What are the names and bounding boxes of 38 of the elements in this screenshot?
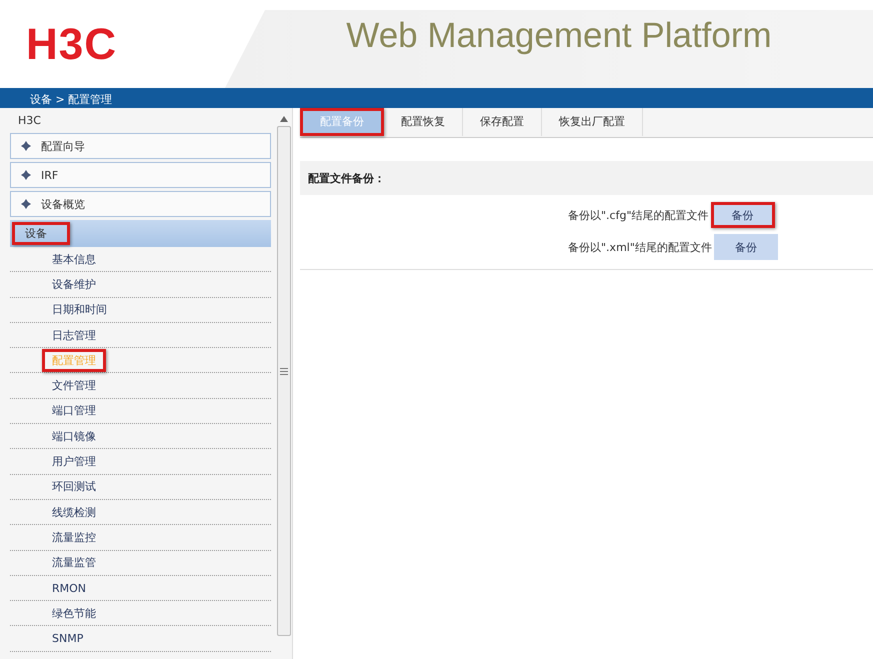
diamond-icon [21, 170, 31, 180]
diamond-icon [21, 141, 31, 151]
section-title: 配置文件备份： [308, 170, 385, 186]
nav-item[interactable]: 端口管理 [42, 399, 106, 422]
diamond-icon [21, 199, 31, 209]
nav-section[interactable]: IRF [10, 162, 272, 188]
scroll-thumb[interactable] [277, 126, 292, 636]
nav-item[interactable]: 端口镜像 [42, 424, 106, 448]
nav-item[interactable]: 环回测试 [42, 475, 106, 498]
tab[interactable]: 配置恢复 [384, 108, 463, 136]
tab[interactable]: 恢复出厂配置 [542, 108, 643, 136]
nav-item[interactable]: 流量监控 [42, 526, 106, 549]
nav-item[interactable]: 基本信息 [42, 248, 106, 271]
breadcrumb: 设备 > 配置管理 [30, 92, 112, 108]
nav-section[interactable]: 设备概览 [10, 191, 272, 217]
logo: H3C [25, 19, 118, 71]
nav-group-label: 设备 [12, 222, 70, 245]
nav-item[interactable]: 日志管理 [42, 324, 106, 347]
nav-item[interactable]: 文件管理 [42, 374, 106, 398]
nav-item[interactable]: 日期和时间 [42, 298, 117, 322]
nav-item[interactable]: RMON [42, 578, 96, 598]
nav-item[interactable]: 线缆检测 [42, 500, 106, 524]
tree-root[interactable]: H3C [10, 108, 272, 133]
backup-button[interactable]: 备份 [714, 234, 778, 260]
nav-group-header[interactable]: 设备 [10, 220, 272, 247]
backup-button[interactable]: 备份 [710, 202, 775, 228]
nav-item[interactable]: SNMP [42, 628, 94, 650]
platform-title: Web Management Platform [346, 15, 772, 57]
row-label: 备份以".cfg"结尾的配置文件 [568, 208, 709, 222]
grip-icon [280, 368, 288, 374]
tab[interactable]: 保存配置 [463, 108, 542, 136]
scroll-up-icon[interactable] [280, 116, 288, 122]
nav-item[interactable]: 用户管理 [42, 450, 106, 474]
nav-item[interactable]: 流量监管 [42, 551, 106, 574]
row-label: 备份以".xml"结尾的配置文件 [568, 240, 712, 254]
nav-section[interactable]: 配置向导 [10, 133, 272, 159]
nav-item[interactable]: 绿色节能 [42, 602, 106, 625]
nav-item[interactable]: 设备维护 [42, 272, 106, 296]
